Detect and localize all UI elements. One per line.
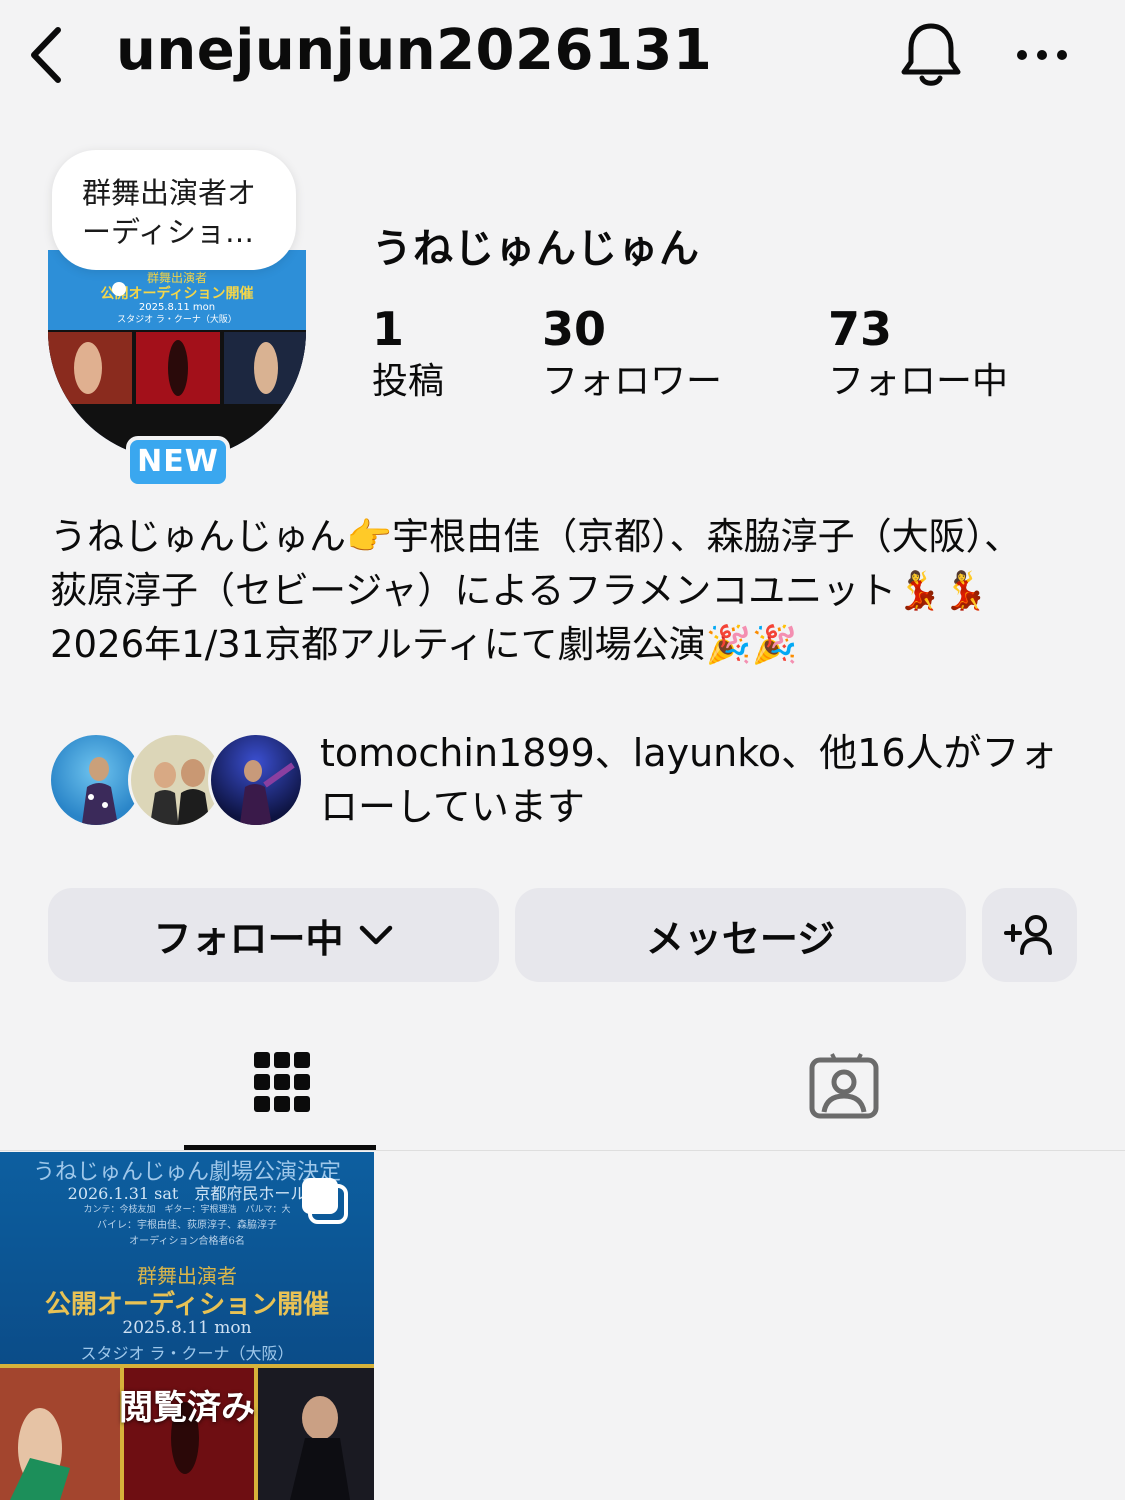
profile-username: unejunjun2026131	[116, 18, 713, 83]
stat-following-label: フォロー中	[828, 361, 1009, 402]
note-bubble-tail	[112, 282, 126, 296]
stat-posts: 1 投稿	[372, 302, 444, 408]
avatar-text-1: 群舞出演者	[147, 270, 207, 285]
profile-note-bubble[interactable]: 群舞出演者オーディショ…	[52, 150, 296, 270]
grid-icon	[254, 1052, 310, 1112]
chevron-left-icon[interactable]	[26, 24, 70, 86]
message-button[interactable]: メッセージ	[515, 888, 966, 982]
post-text-8: 2025.8.11 mon	[122, 1318, 252, 1338]
profile-display-name: うねじゅんじゅん	[372, 226, 700, 272]
following-button-label: フォロー中	[153, 916, 344, 961]
profile-header: unejunjun2026131	[0, 0, 1125, 110]
more-horizontal-icon[interactable]	[1012, 42, 1072, 68]
stat-followers[interactable]: 30 フォロワー	[542, 302, 722, 408]
suggest-people-button[interactable]	[982, 888, 1077, 982]
profile-avatar-group[interactable]: 群舞出演者 公開オーディション開催 2025.8.11 mon スタジオ ラ・ク…	[48, 250, 306, 488]
stat-following-count: 73	[828, 302, 893, 356]
profile-bio: うねじゅんじゅん👉宇根由佳（京都）、森脇淳子（大阪）、 荻原淳子（セビージャ）に…	[50, 515, 1022, 666]
stat-posts-count: 1	[372, 302, 405, 356]
stat-following[interactable]: 73 フォロー中	[828, 302, 1008, 408]
tab-divider	[0, 1150, 1125, 1151]
stat-followers-label: フォロワー	[542, 361, 723, 402]
message-button-label: メッセージ	[645, 916, 836, 961]
tab-posts-grid[interactable]	[184, 1040, 376, 1152]
tab-tagged[interactable]	[750, 1040, 940, 1152]
post-text-7: 公開オーディション開催	[44, 1290, 330, 1320]
chevron-down-icon	[359, 925, 392, 945]
post-text-9: スタジオ ラ・クーナ（大阪）	[80, 1344, 294, 1363]
mutual-follower-avatars[interactable]	[48, 732, 304, 830]
carousel-icon	[302, 1178, 348, 1224]
stat-posts-label: 投稿	[372, 361, 445, 402]
avatar-text-3: 2025.8.11 mon	[139, 302, 215, 313]
add-person-icon	[1003, 915, 1052, 955]
mutual-followers-text[interactable]: tomochin1899、layunko、他16人がフォローしています	[320, 726, 1090, 834]
bell-icon[interactable]	[898, 20, 964, 90]
following-button[interactable]: フォロー中	[48, 888, 499, 982]
tagged-person-icon	[809, 1053, 879, 1119]
mutual-avatar-3	[208, 732, 304, 828]
avatar-text-4: スタジオ ラ・クーナ（大阪）	[117, 313, 237, 325]
stat-followers-count: 30	[542, 302, 607, 356]
profile-avatar[interactable]: 群舞出演者 公開オーディション開催 2025.8.11 mon スタジオ ラ・ク…	[48, 250, 306, 460]
post-viewed-label: 閲覧済み	[119, 1388, 255, 1428]
post-text-5: オーディション合格者6名	[129, 1236, 245, 1247]
new-badge: NEW	[126, 436, 230, 488]
